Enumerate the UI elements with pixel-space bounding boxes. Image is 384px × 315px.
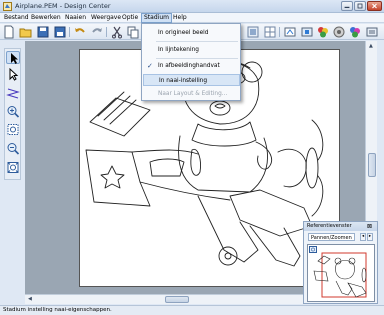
scroll-up-icon[interactable]: ▲ bbox=[369, 43, 373, 49]
menu-item-lijntekening[interactable]: In lijntekening bbox=[143, 44, 240, 56]
line-draw-icon[interactable] bbox=[6, 86, 20, 99]
reference-window-title: Referentievenster ⊠ bbox=[304, 222, 377, 231]
menu-item-label: In afbeeldinghandvat bbox=[158, 63, 220, 69]
stadium-dropdown-menu: In origineel beeld In lijntekening ✓ In … bbox=[141, 23, 241, 101]
open-folder-icon[interactable] bbox=[19, 25, 33, 39]
menu-item-afbeeldinghandvat[interactable]: ✓ In afbeeldinghandvat bbox=[143, 60, 240, 72]
menu-naaien[interactable]: Naaien bbox=[63, 14, 88, 22]
scroll-left-icon[interactable]: ◀ bbox=[28, 296, 32, 302]
menu-item-layout-editing: Naar Layout & Editing... bbox=[143, 88, 240, 100]
save-as-icon[interactable] bbox=[53, 25, 67, 39]
tool-icon[interactable] bbox=[300, 25, 314, 39]
tab-pannen-zoomen[interactable]: Pannen/Zoomen bbox=[308, 233, 355, 241]
reference-window-title-text: Referentievenster bbox=[307, 223, 352, 229]
tab-scroll-left-icon[interactable]: ◂ bbox=[360, 233, 366, 241]
reference-window: Referentievenster ⊠ Pannen/Zoomen ◂ ▸ bbox=[303, 221, 378, 304]
menu-item-label: In lijntekening bbox=[158, 47, 199, 53]
zoom-in-icon[interactable] bbox=[246, 25, 260, 39]
menu-separator bbox=[156, 41, 238, 42]
palette-icon[interactable] bbox=[332, 25, 346, 39]
menu-item-origineel-beeld[interactable]: In origineel beeld bbox=[143, 27, 240, 39]
menu-item-label: In naai-instelling bbox=[159, 78, 208, 84]
palette-icon[interactable] bbox=[348, 25, 362, 39]
fit-page-icon[interactable] bbox=[6, 161, 20, 174]
window-title: Airplane.PEM - Design Center bbox=[15, 2, 111, 10]
pan-zoom-icon[interactable] bbox=[309, 246, 317, 253]
tab-scroll-right-icon[interactable]: ▸ bbox=[367, 233, 373, 241]
menu-item-label: In origineel beeld bbox=[158, 30, 209, 36]
tool-panel bbox=[4, 48, 21, 180]
check-icon: ✓ bbox=[147, 62, 153, 70]
save-icon[interactable] bbox=[36, 25, 50, 39]
horizontal-scroll-thumb[interactable] bbox=[165, 296, 189, 303]
grid-icon[interactable] bbox=[263, 25, 277, 39]
maximize-button[interactable] bbox=[354, 1, 366, 11]
sewing-icon[interactable] bbox=[365, 25, 379, 39]
undo-icon[interactable] bbox=[73, 25, 87, 39]
close-button[interactable] bbox=[367, 1, 382, 11]
point-edit-icon[interactable] bbox=[6, 68, 20, 81]
copy-icon[interactable] bbox=[126, 25, 140, 39]
title-bar: Airplane.PEM - Design Center bbox=[0, 0, 384, 13]
reference-preview[interactable] bbox=[307, 244, 375, 302]
tool-icon[interactable] bbox=[283, 25, 297, 39]
redo-icon[interactable] bbox=[90, 25, 104, 39]
status-bar: Stadium instelling naai-eigenschappen. bbox=[0, 305, 384, 315]
menu-weergave[interactable]: Weergave bbox=[89, 14, 123, 22]
new-file-icon[interactable] bbox=[2, 25, 16, 39]
cut-icon[interactable] bbox=[110, 25, 124, 39]
menu-stadium[interactable]: Stadium bbox=[141, 13, 172, 23]
menu-bewerken[interactable]: Bewerken bbox=[29, 14, 63, 22]
palette-icon[interactable] bbox=[316, 25, 330, 39]
zoom-out-icon[interactable] bbox=[6, 142, 20, 155]
menu-help[interactable]: Help bbox=[171, 14, 189, 22]
select-arrow-icon[interactable] bbox=[6, 51, 20, 64]
app-icon bbox=[3, 2, 12, 11]
minimize-button[interactable] bbox=[341, 1, 353, 11]
status-text: Stadium instelling naai-eigenschappen. bbox=[3, 307, 112, 313]
menu-optie[interactable]: Optie bbox=[120, 14, 140, 22]
menu-bar: Bestand Bewerken Naaien Weergave Optie S… bbox=[0, 13, 384, 23]
zoom-window-icon[interactable] bbox=[6, 123, 20, 136]
preview-thumbnail bbox=[313, 252, 367, 298]
tab-label: Pannen/Zoomen bbox=[311, 235, 352, 241]
menu-item-naai-instelling[interactable]: In naai-instelling bbox=[143, 74, 240, 86]
zoom-in-icon[interactable] bbox=[6, 105, 20, 118]
menu-item-label: Naar Layout & Editing... bbox=[158, 91, 228, 97]
close-icon[interactable]: ⊠ bbox=[367, 223, 374, 230]
menu-bestand[interactable]: Bestand bbox=[2, 14, 31, 22]
menu-separator bbox=[156, 58, 238, 59]
vertical-scroll-thumb[interactable] bbox=[368, 153, 376, 177]
